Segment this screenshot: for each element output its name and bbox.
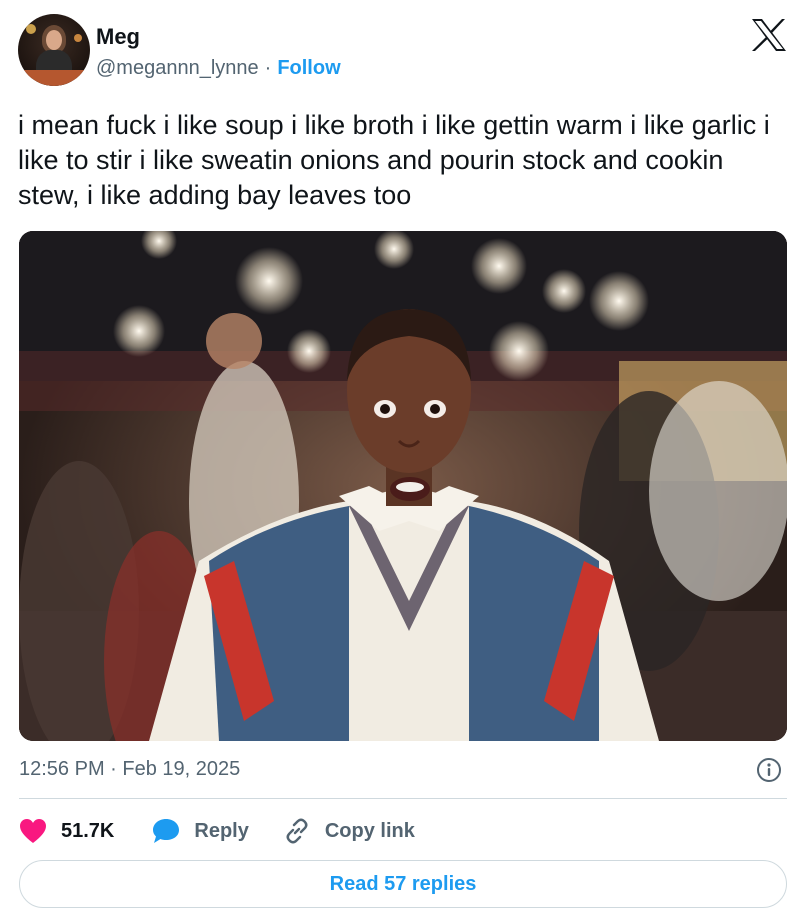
tweet-video[interactable]: [19, 231, 787, 741]
tweet-text: i mean fuck i like soup i like broth i l…: [18, 110, 770, 210]
copy-link-button[interactable]: Copy link: [283, 817, 415, 845]
read-replies-button[interactable]: Read 57 replies: [19, 860, 787, 908]
like-button[interactable]: 51.7K: [19, 818, 114, 844]
like-count: 51.7K: [61, 819, 115, 842]
video-frame: [19, 231, 787, 741]
avatar-bg-light: [26, 24, 36, 34]
avatar-face: [46, 30, 62, 50]
avatar-table: [18, 70, 90, 86]
copy-link-label: Copy link: [324, 819, 415, 842]
avatar-bg-light: [74, 34, 82, 42]
author-handle[interactable]: @megannn_lynne: [96, 57, 259, 79]
heart-icon: [20, 819, 46, 843]
divider: [19, 798, 787, 799]
link-icon: [286, 818, 308, 844]
info-icon[interactable]: [756, 757, 782, 783]
x-logo-icon[interactable]: [751, 18, 787, 52]
separator-dot: ·: [264, 57, 272, 79]
follow-button[interactable]: Follow: [277, 57, 340, 79]
avatar[interactable]: [18, 14, 90, 86]
author-handle-row: @megannn_lynne · Follow: [96, 57, 341, 80]
reply-label: Reply: [194, 819, 249, 842]
author-name[interactable]: Meg: [96, 24, 140, 50]
action-bar: 51.7K Reply Copy link: [19, 815, 415, 847]
speech-bubble-icon: [153, 819, 180, 843]
reply-button[interactable]: Reply: [152, 818, 249, 844]
tweet-timestamp[interactable]: 12:56 PM · Feb 19, 2025: [19, 758, 240, 781]
